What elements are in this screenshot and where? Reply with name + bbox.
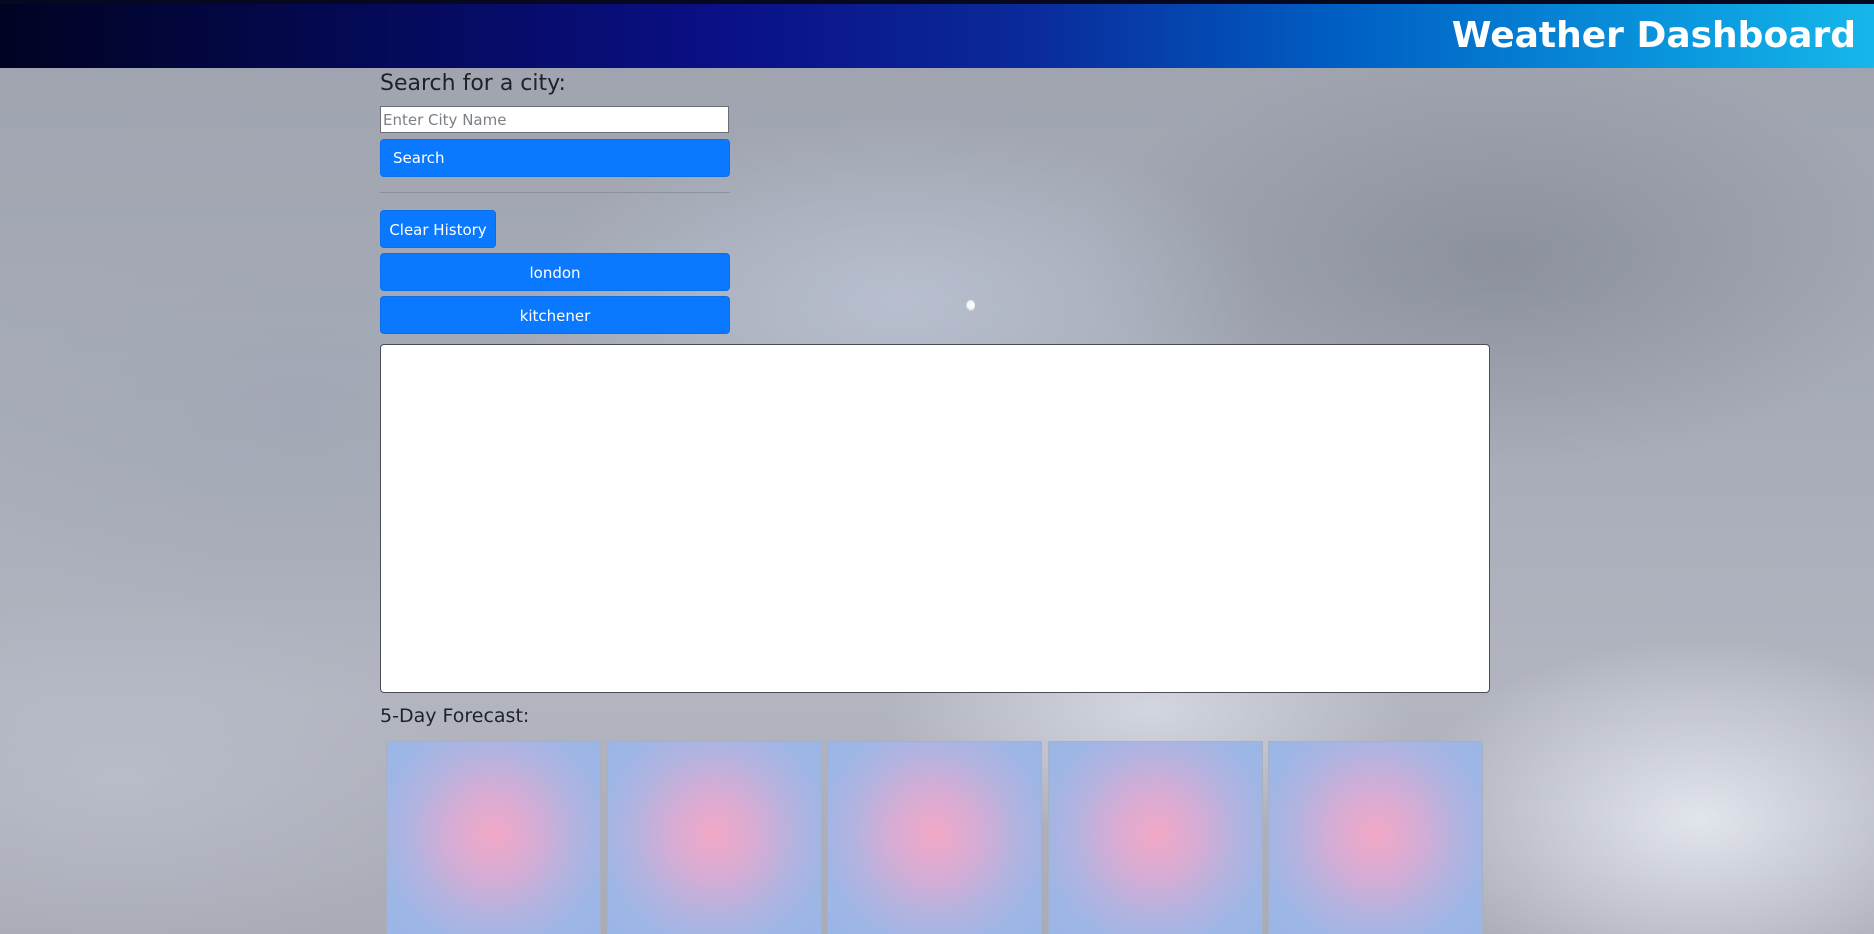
forecast-card — [827, 741, 1042, 934]
city-search-input[interactable] — [380, 106, 729, 133]
history-item-london[interactable]: london — [380, 253, 730, 291]
clear-history-button[interactable]: Clear History — [380, 210, 496, 248]
page-header: Weather Dashboard — [0, 4, 1874, 68]
search-button[interactable]: Search — [380, 139, 730, 177]
forecast-card — [1048, 741, 1263, 934]
forecast-card — [1268, 741, 1483, 934]
forecast-card — [386, 741, 601, 934]
forecast-heading: 5-Day Forecast: — [380, 705, 530, 727]
forecast-card — [607, 741, 822, 934]
search-label: Search for a city: — [380, 71, 566, 96]
history-item-kitchener[interactable]: kitchener — [380, 296, 730, 334]
moon-image — [966, 300, 975, 311]
divider — [380, 192, 730, 193]
current-weather-panel — [380, 344, 1490, 693]
page-title: Weather Dashboard — [1451, 15, 1856, 56]
